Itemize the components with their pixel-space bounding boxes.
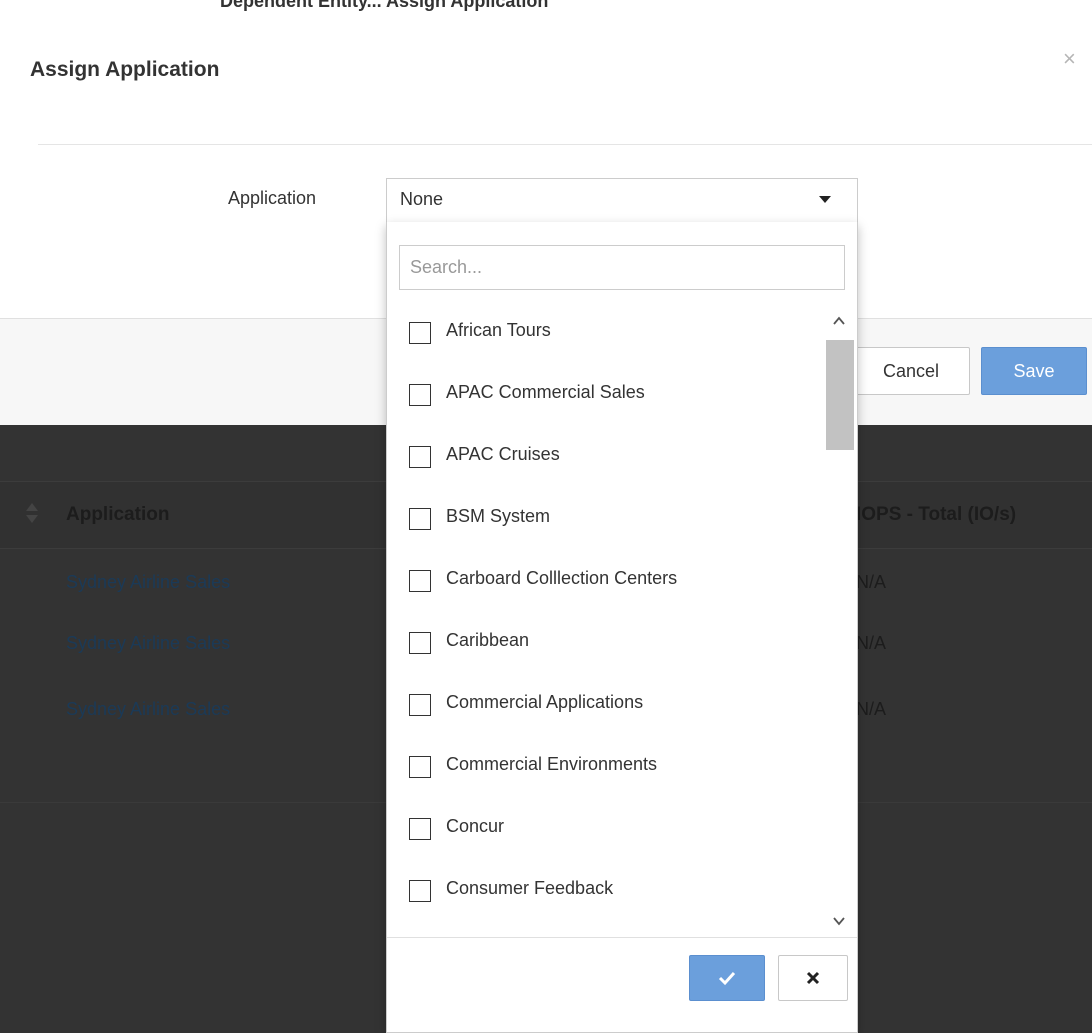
chevron-down-icon[interactable] [832, 914, 846, 928]
close-icon [806, 971, 820, 985]
clear-selection-button[interactable] [778, 955, 848, 1001]
header-divider [38, 144, 1092, 145]
select-value: None [400, 189, 444, 209]
checkbox[interactable] [409, 322, 431, 344]
list-item[interactable]: Commercial Applications [387, 674, 825, 736]
chevron-up-icon[interactable] [832, 314, 846, 328]
table-row-iops: N/A [856, 699, 887, 719]
sort-icon [26, 503, 38, 525]
checkbox[interactable] [409, 508, 431, 530]
list-item[interactable]: African Tours [387, 302, 825, 364]
top-title-strip: Dependent Entity... Assign Application [0, 0, 1092, 22]
save-button[interactable]: Save [981, 347, 1087, 395]
modal-title: Assign Application [30, 58, 220, 81]
application-field-label: Application [228, 188, 317, 208]
check-icon [718, 971, 736, 986]
application-select[interactable]: None [386, 178, 858, 223]
option-label: APAC Cruises [446, 444, 560, 464]
list-item[interactable]: BSM System [387, 488, 825, 550]
search-input[interactable] [399, 245, 845, 290]
option-label: African Tours [446, 320, 551, 340]
option-label: Commercial Applications [446, 692, 644, 712]
checkbox[interactable] [409, 632, 431, 654]
option-label: Caribbean [446, 630, 530, 650]
list-item[interactable]: Commercial Environments [387, 736, 825, 798]
list-item[interactable]: Concur [387, 798, 825, 860]
table-row-application-link[interactable]: Sydney Airline Sales [66, 699, 230, 720]
options-scrollbar[interactable] [824, 308, 855, 934]
checkbox[interactable] [409, 384, 431, 406]
confirm-selection-button[interactable] [689, 955, 765, 1001]
caret-down-icon [819, 196, 831, 203]
options-list: African Tours APAC Commercial Sales APAC… [387, 302, 825, 934]
option-label: APAC Commercial Sales [446, 382, 645, 402]
checkbox[interactable] [409, 818, 431, 840]
list-item[interactable]: Caribbean [387, 612, 825, 674]
checkbox[interactable] [409, 694, 431, 716]
table-row-application-link[interactable]: Sydney Airline Sales [66, 572, 230, 593]
checkbox[interactable] [409, 446, 431, 468]
checkbox[interactable] [409, 880, 431, 902]
list-item[interactable]: APAC Commercial Sales [387, 364, 825, 426]
scrollbar-thumb[interactable] [826, 340, 854, 450]
cancel-button[interactable]: Cancel [852, 347, 970, 395]
table-row-iops: N/A [856, 572, 887, 592]
dropdown-footer-divider [387, 937, 857, 938]
close-icon[interactable]: × [1063, 48, 1076, 70]
checkbox[interactable] [409, 570, 431, 592]
column-header-application: Application [66, 504, 170, 525]
option-label: Carboard Colllection Centers [446, 568, 678, 588]
option-label: Commercial Environments [446, 754, 658, 774]
column-header-iops: IOPS - Total (IO/s) [856, 504, 1017, 525]
table-row-iops: N/A [856, 633, 887, 653]
application-dropdown: African Tours APAC Commercial Sales APAC… [386, 222, 858, 1033]
list-item[interactable]: Carboard Colllection Centers [387, 550, 825, 612]
option-label: Consumer Feedback [446, 878, 614, 898]
table-row-application-link[interactable]: Sydney Airline Sales [66, 633, 230, 654]
list-item[interactable]: Consumer Feedback [387, 860, 825, 922]
option-label: Concur [446, 816, 505, 836]
checkbox[interactable] [409, 756, 431, 778]
top-title-text: Dependent Entity... Assign Application [220, 0, 549, 11]
list-item[interactable]: APAC Cruises [387, 426, 825, 488]
option-label: BSM System [446, 506, 551, 526]
